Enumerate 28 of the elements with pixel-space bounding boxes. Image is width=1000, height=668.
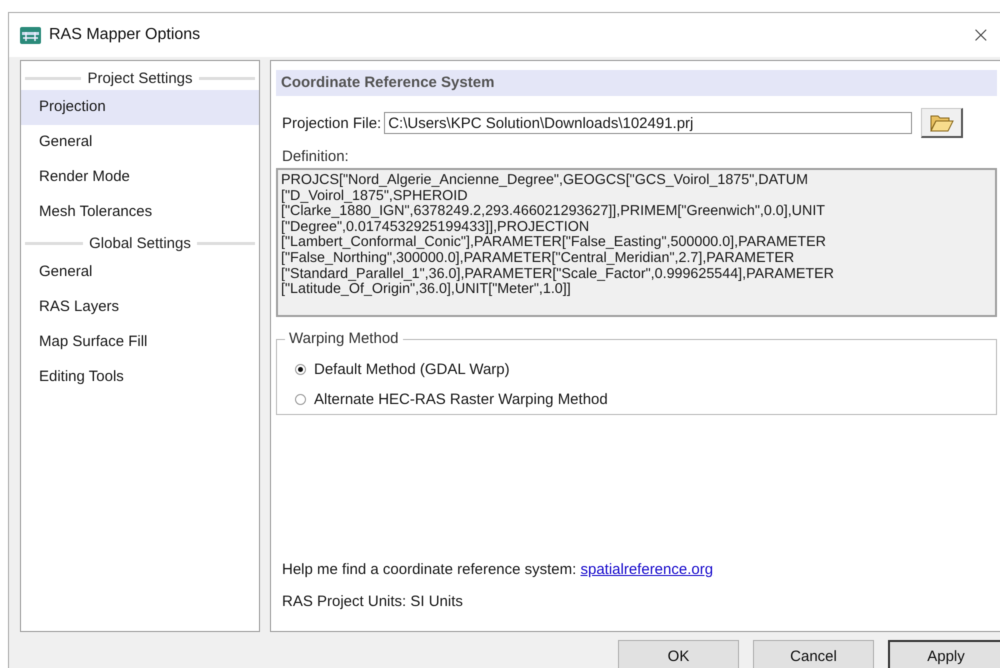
app-icon	[20, 26, 41, 44]
dialog-button[interactable]: OK	[618, 640, 739, 668]
units-text: RAS Project Units: SI Units	[281, 593, 464, 610]
dialog-button[interactable]: Apply	[888, 640, 1000, 668]
section-header: Project Settings	[87, 70, 193, 87]
sidebar-item[interactable]: Render Mode	[21, 160, 259, 195]
projection-file-field[interactable]: C:\Users\KPC Solution\Downloads\102491.prj	[384, 112, 912, 134]
field-label: Projection File:	[282, 114, 382, 132]
radio-option[interactable]: Alternate HEC-RAS Raster Warping Method	[295, 384, 612, 414]
browse-button[interactable]	[921, 108, 964, 138]
definition-text-area[interactable]: PROJCS["Nord_Algerie_Ancienne_Degree",GEOGCS["GCS_Voirol_1875",DATUM ["D_Voirol_1875",SPHEROID ["Clarke_1880_IGN",6378249.2,293.466021293627]],PRIMEM["Greenwich",0.0],UNIT ["Degree",0.0174532925199433]],PROJECTION ["Lambert_Conformal_Conic"],PARAMETER["False_Easting",500000.0],PARAMETER ["False_Northing",300000.0],PARAMETER["Central_Meridian",2.7],PARAMETER ["Standard_Parallel_1",36.0],PARAMETER["Scale_Factor",0.999625544],PARAMETER ["Latitude_Of_Origin",36.0],UNIT["Meter",1.0]]	[276, 168, 997, 317]
section-title: Coordinate Reference System	[276, 70, 997, 96]
help-link[interactable]: spatialreference.org	[580, 561, 714, 578]
field-label: Definition:	[281, 148, 350, 165]
group-title: Warping Method	[285, 330, 402, 347]
sidebar-item[interactable]: Mesh Tolerances	[21, 195, 259, 230]
window-title: RAS Mapper Options	[49, 26, 200, 44]
sidebar-item[interactable]: Map Surface Fill	[21, 325, 259, 360]
section-header: Global Settings	[89, 235, 191, 252]
radio-option[interactable]: Default Method (GDAL Warp)	[295, 354, 514, 384]
sidebar-item[interactable]: RAS Layers	[21, 290, 259, 325]
sidebar-item[interactable]: General	[21, 255, 259, 290]
folder-icon	[930, 113, 954, 132]
help-text: Help me find a coordinate reference system: spatialreference.org	[281, 561, 714, 578]
sidebar-item[interactable]: Projection	[21, 90, 259, 125]
sidebar-item[interactable]: Editing Tools	[21, 360, 259, 395]
dialog-button[interactable]: Cancel	[753, 640, 874, 668]
sidebar-item[interactable]: General	[21, 125, 259, 160]
